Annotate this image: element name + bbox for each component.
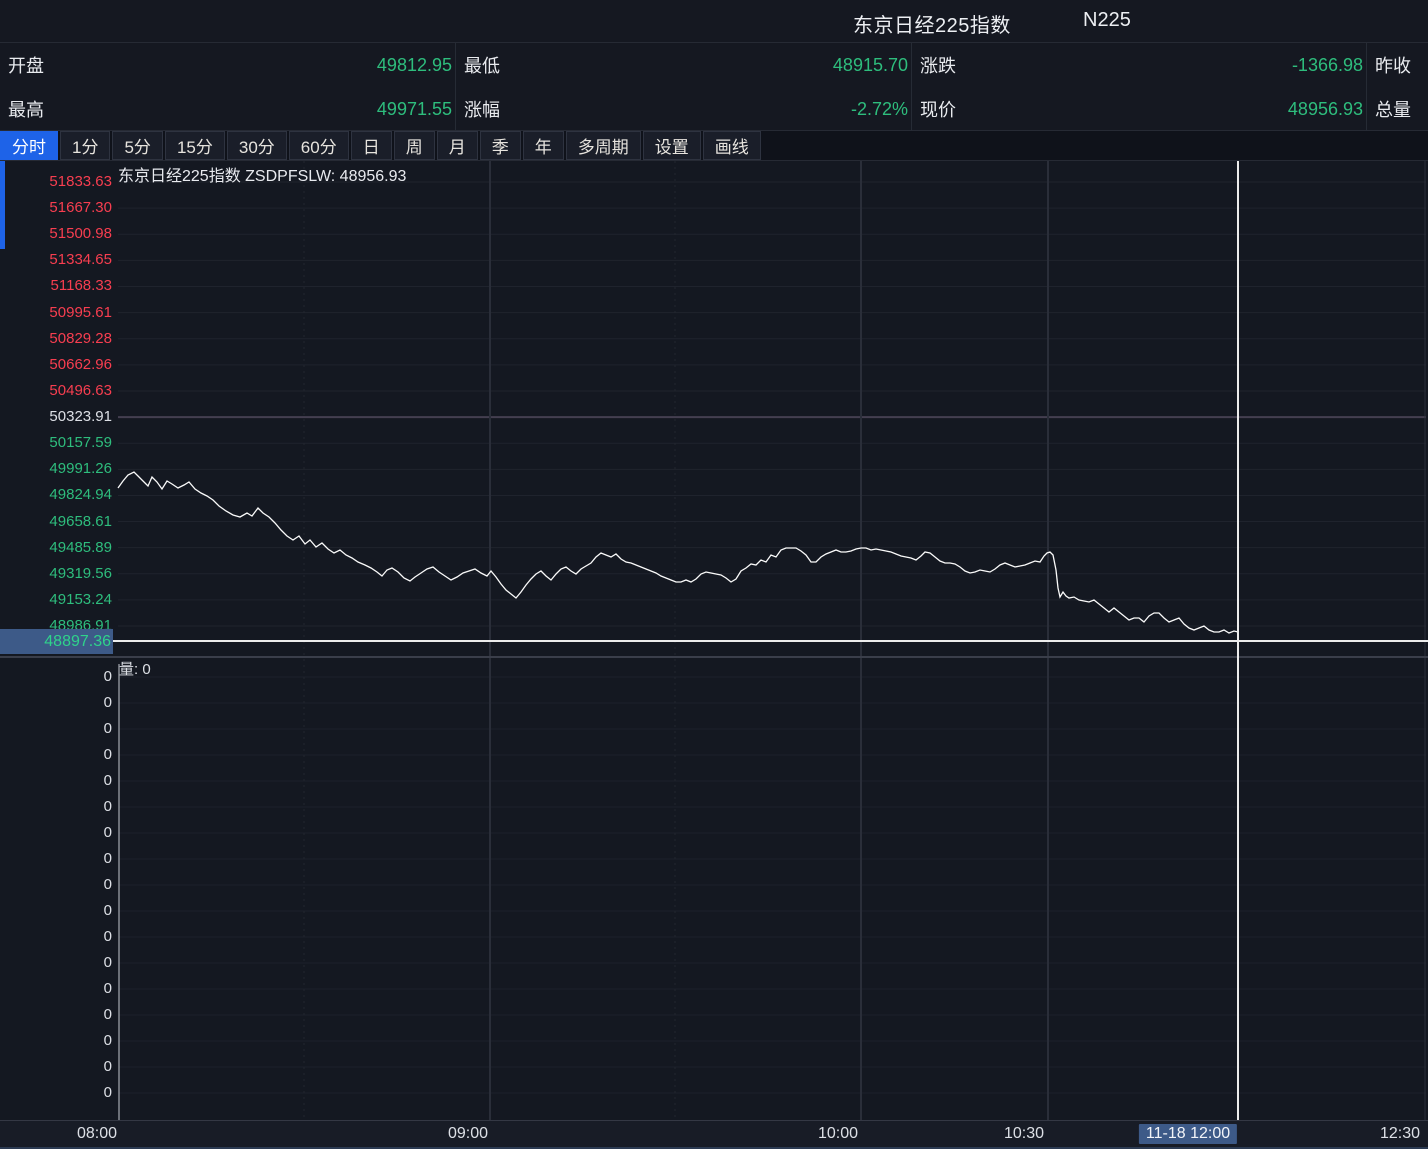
price-axis-label: 50157.59 bbox=[0, 434, 112, 452]
price-axis-label: 49153.24 bbox=[0, 591, 112, 609]
volume-label: 量: bbox=[119, 661, 138, 678]
time-axis-label: 10:00 bbox=[818, 1125, 858, 1143]
price-axis-label: 49824.94 bbox=[0, 486, 112, 504]
tab-quarter[interactable]: 季 bbox=[480, 131, 521, 160]
tab-1min[interactable]: 1分 bbox=[60, 131, 110, 160]
volume-axis-label: 0 bbox=[0, 1058, 112, 1076]
quote-high-value: 49971.55 bbox=[377, 99, 452, 120]
tab-settings[interactable]: 设置 bbox=[643, 131, 701, 160]
volume-axis-label: 0 bbox=[0, 746, 112, 764]
volume-axis-label: 0 bbox=[0, 902, 112, 920]
tab-15min[interactable]: 15分 bbox=[165, 131, 225, 160]
volume-axis-label: 0 bbox=[0, 980, 112, 998]
quote-last-value: 48956.93 bbox=[1288, 99, 1363, 120]
volume-axis-label: 0 bbox=[0, 928, 112, 946]
quote-change-pct: 涨幅 -2.72% bbox=[455, 87, 911, 131]
tab-year[interactable]: 年 bbox=[523, 131, 564, 160]
quote-change-value: -1366.98 bbox=[1292, 55, 1363, 76]
volume-axis-label: 0 bbox=[0, 1032, 112, 1050]
price-axis-label: 50662.96 bbox=[0, 356, 112, 374]
price-axis-label: 51334.65 bbox=[0, 251, 112, 269]
time-axis-label: 08:00 bbox=[77, 1125, 117, 1143]
volume-axis-label: 0 bbox=[0, 824, 112, 842]
price-axis-label: 49658.61 bbox=[0, 513, 112, 531]
quote-volume-label: 总量 bbox=[1375, 96, 1411, 122]
price-axis-label: 51667.30 bbox=[0, 199, 112, 217]
quote-change-pct-value: -2.72% bbox=[851, 99, 908, 120]
quote-low-value: 48915.70 bbox=[833, 55, 908, 76]
tab-timeline[interactable]: 分时 bbox=[0, 131, 58, 160]
quote-prev-close: 昨收 bbox=[1366, 43, 1428, 87]
index-name: 东京日经225指数 bbox=[853, 9, 1011, 38]
quote-prev-close-label: 昨收 bbox=[1375, 52, 1411, 78]
quote-row-2: 最高 49971.55 涨幅 -2.72% 现价 48956.93 总量 bbox=[0, 87, 1428, 131]
volume-axis-label: 0 bbox=[0, 954, 112, 972]
price-axis-label: 51168.33 bbox=[0, 277, 112, 295]
price-axis-label: 49319.56 bbox=[0, 565, 112, 583]
chart-area[interactable]: 东京日经225指数 ZSDPFSLW: 48956.93 量: 0 51833.… bbox=[0, 0, 1428, 1149]
tab-60min[interactable]: 60分 bbox=[289, 131, 349, 160]
time-axis-label: 09:00 bbox=[448, 1125, 488, 1143]
quote-change: 涨跌 -1366.98 bbox=[911, 43, 1366, 87]
volume-axis-label: 0 bbox=[0, 694, 112, 712]
price-axis-label: 49991.26 bbox=[0, 460, 112, 478]
volume-axis-label: 0 bbox=[0, 798, 112, 816]
chart-canvas[interactable] bbox=[0, 0, 1428, 1149]
price-axis-label: 50829.28 bbox=[0, 330, 112, 348]
price-axis-label: 51500.98 bbox=[0, 225, 112, 243]
quote-volume: 总量 bbox=[1366, 87, 1428, 131]
price-axis-label: 48986.91 bbox=[0, 617, 112, 635]
quote-last-label: 现价 bbox=[920, 96, 956, 122]
volume-axis-label: 0 bbox=[0, 772, 112, 790]
volume-axis-label: 0 bbox=[0, 720, 112, 738]
price-axis-label: 50323.91 bbox=[0, 408, 112, 426]
volume-axis-label: 0 bbox=[0, 850, 112, 868]
quote-info-bar: 开盘 49812.95 最低 48915.70 涨跌 -1366.98 昨收 最… bbox=[0, 43, 1428, 131]
quote-open-value: 49812.95 bbox=[377, 55, 452, 76]
index-symbol: N225 bbox=[1083, 9, 1131, 32]
time-axis-label: 10:30 bbox=[1004, 1125, 1044, 1143]
quote-change-label: 涨跌 bbox=[920, 52, 956, 78]
price-axis-label: 50496.63 bbox=[0, 382, 112, 400]
chart-title: 东京日经225指数 ZSDPFSLW: 48956.93 bbox=[118, 162, 406, 186]
tab-month[interactable]: 月 bbox=[437, 131, 478, 160]
price-line bbox=[118, 472, 1238, 633]
price-axis-label: 50995.61 bbox=[0, 304, 112, 322]
volume-axis-label: 0 bbox=[0, 1084, 112, 1102]
tab-5min[interactable]: 5分 bbox=[112, 131, 162, 160]
volume-axis-label: 0 bbox=[0, 1006, 112, 1024]
left-edge-scrollbar[interactable] bbox=[0, 161, 5, 249]
quote-high: 最高 49971.55 bbox=[0, 87, 455, 131]
period-tab-bar: 分时1分5分15分30分60分日周月季年多周期设置画线 bbox=[0, 131, 1428, 161]
volume-axis-label: 0 bbox=[0, 876, 112, 894]
volume-title: 量: 0 bbox=[119, 658, 151, 679]
quote-low: 最低 48915.70 bbox=[455, 43, 911, 87]
stock-chart-app: 东京日经225指数 N225 开盘 49812.95 最低 48915.70 涨… bbox=[0, 0, 1428, 1149]
tab-30min[interactable]: 30分 bbox=[227, 131, 287, 160]
quote-open-label: 开盘 bbox=[8, 52, 44, 78]
quote-last: 现价 48956.93 bbox=[911, 87, 1366, 131]
quote-low-label: 最低 bbox=[464, 52, 500, 78]
price-axis-label: 51833.63 bbox=[0, 173, 112, 191]
tab-multi-period[interactable]: 多周期 bbox=[566, 131, 641, 160]
tab-day[interactable]: 日 bbox=[351, 131, 392, 160]
title-bar: 东京日经225指数 N225 bbox=[0, 0, 1428, 43]
crosshair-price-label: 48897.36 bbox=[0, 629, 113, 654]
quote-row-1: 开盘 49812.95 最低 48915.70 涨跌 -1366.98 昨收 bbox=[0, 43, 1428, 87]
quote-change-pct-label: 涨幅 bbox=[464, 96, 500, 122]
quote-open: 开盘 49812.95 bbox=[0, 43, 455, 87]
price-axis-label: 49485.89 bbox=[0, 539, 112, 557]
crosshair-time-label: 11-18 12:00 bbox=[1139, 1124, 1237, 1144]
volume-value: 0 bbox=[142, 661, 150, 678]
volume-axis-label: 0 bbox=[0, 668, 112, 686]
tab-week[interactable]: 周 bbox=[394, 131, 435, 160]
quote-high-label: 最高 bbox=[8, 96, 44, 122]
time-axis: 08:00 09:00 10:00 10:30 11-18 12:00 12:30 bbox=[0, 1120, 1428, 1149]
time-axis-label: 12:30 bbox=[1380, 1125, 1420, 1143]
tab-draw-line[interactable]: 画线 bbox=[703, 131, 761, 160]
